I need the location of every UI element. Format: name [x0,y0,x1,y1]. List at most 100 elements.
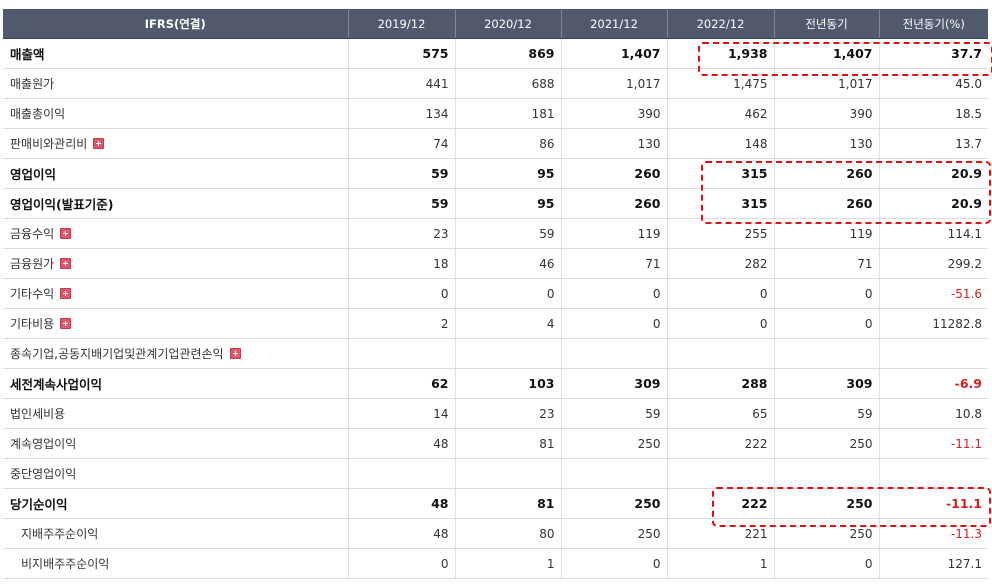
yoy-pct-cell: 20.9 [879,188,988,219]
row-label-cell: 중단영업이익 [3,458,349,489]
table-row: 기타수익 0 0 0 0 0 -51.6 [3,278,988,309]
expand-plus-icon[interactable] [93,138,105,149]
value-cell: 688 [455,68,562,99]
row-label-cell: 종속기업,공동지배기업및관계기업관련손익 [3,338,349,369]
value-cell: 1,938 [667,38,775,69]
yoy-cell: 130 [774,128,880,159]
table-header-row: IFRS(연결) 2019/12 2020/12 2021/12 2022/12… [3,9,988,39]
value-cell: 59 [455,218,562,249]
yoy-cell: 250 [774,488,880,519]
expand-plus-icon[interactable] [229,348,241,359]
row-label: 판매비와관리비 [10,137,88,151]
value-cell: 48 [348,488,456,519]
row-label: 기타수익 [10,287,55,301]
yoy-pct-cell: -11.1 [879,488,988,519]
value-cell: 250 [561,518,668,549]
value-cell: 14 [348,398,456,429]
yoy-pct-cell: 13.7 [879,128,988,159]
value-cell [667,338,775,369]
header-year-2020: 2020/12 [455,9,562,39]
table-row: 매출액 575 869 1,407 1,938 1,407 37.7 [3,38,988,69]
row-label-cell: 세전계속사업이익 [3,368,349,399]
row-label: 종속기업,공동지배기업및관계기업관련손익 [10,347,224,361]
expand-plus-icon[interactable] [60,228,72,239]
table-row: 세전계속사업이익 62 103 309 288 309 -6.9 [3,368,988,399]
value-cell: 315 [667,188,775,219]
row-label: 당기순이익 [10,497,68,512]
value-cell [561,338,668,369]
table-row: 계속영업이익 48 81 250 222 250 -11.1 [3,428,988,459]
row-label-cell: 기타수익 [3,278,349,309]
yoy-cell: 59 [774,398,880,429]
value-cell: 309 [561,368,668,399]
yoy-pct-cell: 10.8 [879,398,988,429]
expand-plus-icon[interactable] [60,258,72,269]
yoy-pct-cell: -51.6 [879,278,988,309]
value-cell: 1,475 [667,68,775,99]
row-label: 영업이익(발표기준) [10,197,114,212]
yoy-pct-cell: 127.1 [879,548,988,579]
yoy-cell: 119 [774,218,880,249]
yoy-cell: 71 [774,248,880,279]
row-label-cell: 법인세비용 [3,398,349,429]
yoy-pct-cell: -11.3 [879,518,988,549]
yoy-pct-cell [879,458,988,489]
row-label-cell: 기타비용 [3,308,349,339]
expand-plus-icon[interactable] [60,288,72,299]
value-cell: 46 [455,248,562,279]
value-cell: 1,017 [561,68,668,99]
row-label-cell: 당기순이익 [3,488,349,519]
yoy-pct-cell: 45.0 [879,68,988,99]
row-label: 법인세비용 [10,407,66,421]
row-label-cell: 계속영업이익 [3,428,349,459]
yoy-pct-cell: 114.1 [879,218,988,249]
yoy-cell: 1,017 [774,68,880,99]
value-cell: 18 [348,248,456,279]
row-label: 기타비용 [10,317,55,331]
value-cell: 1,407 [561,38,668,69]
value-cell: 869 [455,38,562,69]
header-yoy-pct: 전년동기(%) [879,9,988,39]
value-cell: 62 [348,368,456,399]
row-label: 세전계속사업이익 [10,377,103,392]
value-cell: 1 [455,548,562,579]
yoy-pct-cell: 11282.8 [879,308,988,339]
yoy-pct-cell: 299.2 [879,248,988,279]
value-cell: 222 [667,488,775,519]
value-cell: 0 [348,548,456,579]
yoy-cell: 1,407 [774,38,880,69]
header-title: IFRS(연결) [3,9,349,39]
table-row: 영업이익(발표기준) 59 95 260 315 260 20.9 [3,188,988,219]
value-cell: 255 [667,218,775,249]
value-cell: 462 [667,98,775,129]
value-cell [667,458,775,489]
table-row: 법인세비용 14 23 59 65 59 10.8 [3,398,988,429]
value-cell [455,458,562,489]
yoy-pct-cell [879,338,988,369]
value-cell: 95 [455,158,562,189]
row-label-cell: 매출총이익 [3,98,349,129]
yoy-cell [774,338,880,369]
yoy-cell: 250 [774,428,880,459]
value-cell: 0 [561,548,668,579]
table-row: 매출총이익 134 181 390 462 390 18.5 [3,98,988,129]
yoy-pct-cell: 18.5 [879,98,988,129]
row-label-cell: 비지배주주순이익 [3,548,349,579]
value-cell: 0 [455,278,562,309]
yoy-cell: 0 [774,308,880,339]
value-cell: 80 [455,518,562,549]
expand-plus-icon[interactable] [60,318,72,329]
value-cell: 221 [667,518,775,549]
value-cell: 288 [667,368,775,399]
value-cell: 1 [667,548,775,579]
row-label-cell: 금융수익 [3,218,349,249]
value-cell: 130 [561,128,668,159]
row-label: 영업이익 [10,167,57,182]
value-cell: 81 [455,428,562,459]
table-row: 매출원가 441 688 1,017 1,475 1,017 45.0 [3,68,988,99]
value-cell: 390 [561,98,668,129]
table-body: 매출액 575 869 1,407 1,938 1,407 37.7 매출원가 441 688 1,… [3,38,988,579]
table-row: 비지배주주순이익 0 1 0 1 0 127.1 [3,548,988,579]
table-row: 기타비용 2 4 0 0 0 11282.8 [3,308,988,339]
row-label-cell: 영업이익(발표기준) [3,188,349,219]
